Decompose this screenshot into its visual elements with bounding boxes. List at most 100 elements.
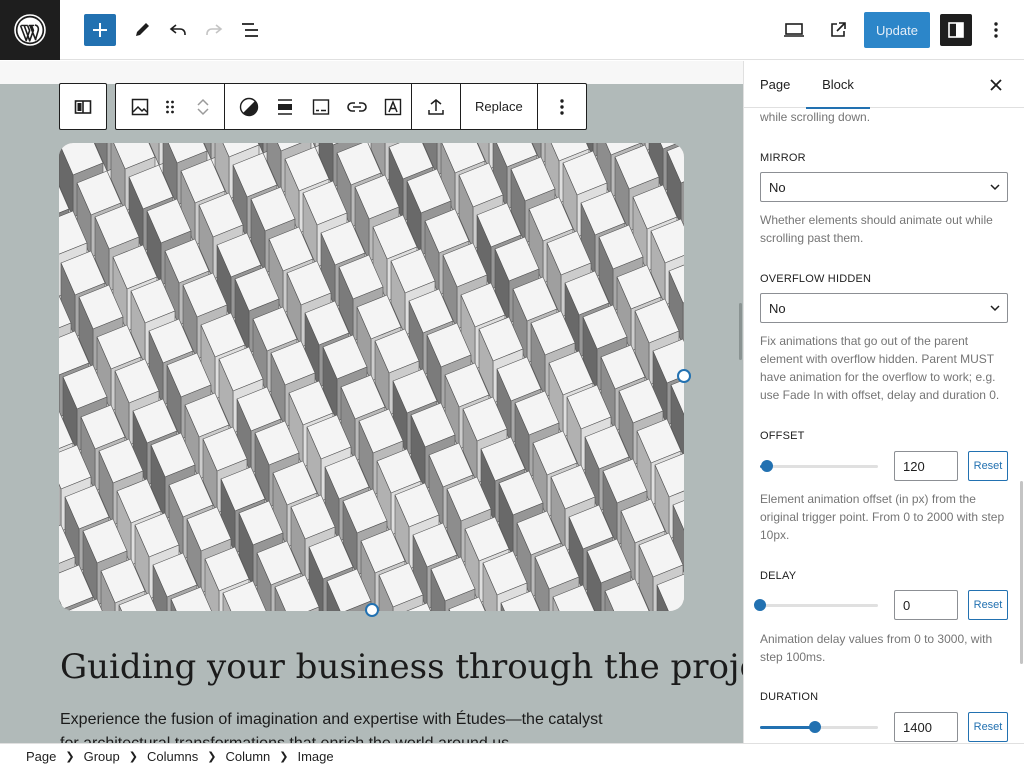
breadcrumb-item[interactable]: Page [26, 749, 56, 764]
editor-top-toolbar: Update [0, 0, 1024, 60]
align-center-icon [278, 98, 292, 115]
list-view-icon [242, 23, 258, 37]
scroll-help-text: while scrolling down. [760, 110, 871, 124]
redo-button[interactable] [198, 14, 230, 46]
more-vertical-icon [560, 98, 564, 115]
chevron-down-icon [990, 184, 1000, 191]
page-paragraph[interactable]: Experience the fusion of imagination and… [60, 711, 603, 729]
offset-input[interactable]: 120 [894, 451, 958, 481]
breadcrumb-item[interactable]: Column [225, 749, 270, 764]
overflow-hidden-label: OVERFLOW HIDDEN [760, 273, 872, 285]
redo-icon [206, 24, 223, 35]
undo-icon [169, 24, 186, 35]
offset-slider-thumb[interactable] [761, 460, 774, 472]
settings-sidebar: Page Block while scrolling down. MIRROR … [743, 61, 1024, 743]
sidebar-tabs: Page Block [744, 61, 1024, 109]
document-overview-button[interactable] [234, 14, 266, 46]
offset-help: Element animation offset (in px) from th… [760, 492, 1005, 542]
delay-input[interactable]: 0 [894, 590, 958, 620]
select-parent-button[interactable] [60, 84, 106, 129]
overflow-hidden-select[interactable]: No [760, 293, 1008, 323]
mirror-help: Whether elements should animate out whil… [760, 213, 993, 245]
chevron-right-icon: ❯ [279, 750, 289, 763]
resize-handle-bottom[interactable] [365, 603, 379, 617]
block-breadcrumb: Page ❯ Group ❯ Columns ❯ Column ❯ Image [0, 743, 1024, 768]
duration-reset-button[interactable]: Reset [968, 712, 1008, 742]
move-buttons[interactable] [182, 84, 224, 129]
mirror-select-value: No [769, 179, 786, 195]
close-settings-button[interactable] [984, 73, 1008, 97]
duration-input[interactable]: 1400 [894, 712, 958, 742]
delay-reset-button[interactable]: Reset [968, 590, 1008, 620]
delay-label: DELAY [760, 570, 797, 582]
block-toolbar-group-2 [225, 84, 412, 129]
drag-icon [166, 100, 174, 113]
undo-button[interactable] [162, 14, 194, 46]
page-paragraph-continued[interactable]: for architectural transformations that e… [60, 735, 514, 743]
block-toolbar-group-1 [116, 84, 225, 129]
chevron-down-icon [990, 305, 1000, 312]
drag-handle[interactable] [158, 84, 182, 129]
link-icon [347, 101, 367, 112]
plus-icon [93, 23, 107, 37]
page-heading[interactable]: Guiding your business through the projec… [60, 647, 743, 687]
add-block-button[interactable] [84, 14, 116, 46]
view-page-button[interactable] [822, 14, 854, 46]
delay-slider-thumb[interactable] [754, 599, 766, 611]
text-overlay-icon [384, 98, 402, 115]
link-button[interactable] [339, 84, 375, 129]
pencil-icon [136, 23, 149, 36]
block-options-button[interactable] [538, 84, 586, 129]
duration-slider-fill [760, 726, 816, 729]
preview-device-button[interactable] [778, 14, 810, 46]
text-overlay-button[interactable] [375, 84, 411, 129]
image-block-toolbar: Replace [115, 83, 587, 130]
chevron-down-icon [197, 107, 209, 115]
editor-canvas[interactable]: Replace Guiding your business through th… [0, 61, 743, 743]
architecture-photo [59, 143, 684, 611]
align-button[interactable] [267, 84, 303, 129]
options-menu-button[interactable] [980, 14, 1012, 46]
upload-icon [428, 98, 444, 115]
more-vertical-icon [994, 22, 998, 38]
columns-icon [74, 99, 92, 114]
tab-page[interactable]: Page [760, 61, 790, 108]
chevron-right-icon: ❯ [128, 750, 138, 763]
breadcrumb-item[interactable]: Columns [147, 749, 198, 764]
block-toolbar-group-4: Replace [461, 84, 538, 129]
update-button[interactable]: Update [864, 12, 930, 48]
sidebar-icon [948, 22, 964, 38]
overflow-hidden-help: Fix animations that go out of the parent… [760, 334, 1000, 402]
external-link-icon [831, 22, 846, 37]
block-type-button[interactable] [122, 84, 158, 129]
block-toolbar-group-3 [412, 84, 461, 129]
duration-label: DURATION [760, 691, 819, 703]
offset-reset-button[interactable]: Reset [968, 451, 1008, 481]
overflow-hidden-select-value: No [769, 300, 786, 316]
tab-block[interactable]: Block [806, 61, 870, 109]
parent-block-toolbar [59, 83, 107, 130]
upload-button[interactable] [412, 84, 460, 129]
duration-slider-thumb[interactable] [809, 721, 822, 733]
wordpress-logo-button[interactable] [0, 0, 60, 60]
canvas-scrollbar[interactable] [739, 303, 742, 360]
delay-slider[interactable] [754, 599, 878, 611]
breadcrumb-item[interactable]: Group [84, 749, 120, 764]
canvas-top-strip [0, 61, 743, 84]
resize-handle-right[interactable] [677, 369, 691, 383]
settings-toggle-button[interactable] [940, 14, 972, 46]
duotone-button[interactable] [231, 84, 267, 129]
duotone-icon [239, 97, 259, 116]
chevron-right-icon: ❯ [65, 750, 75, 763]
mirror-select[interactable]: No [760, 172, 1008, 202]
offset-label: OFFSET [760, 430, 805, 442]
sidebar-scrollbar[interactable] [1020, 481, 1023, 664]
image-icon [131, 98, 149, 115]
tools-button[interactable] [126, 14, 158, 46]
duration-slider[interactable] [760, 721, 878, 733]
replace-button[interactable]: Replace [461, 84, 537, 129]
offset-slider[interactable] [760, 460, 878, 472]
selected-image-block[interactable] [59, 143, 684, 611]
caption-button[interactable] [303, 84, 339, 129]
block-toolbar-group-5 [538, 84, 586, 129]
